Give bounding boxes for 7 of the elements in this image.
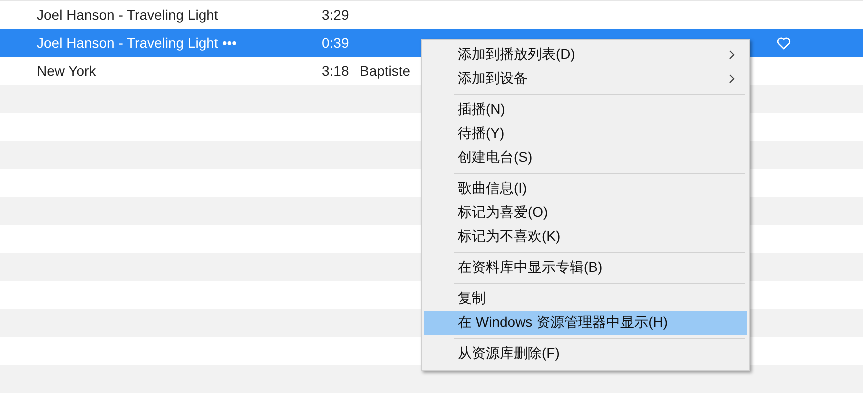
track-duration: 3:18 xyxy=(322,63,350,79)
track-title: New York xyxy=(37,63,96,79)
track-artist: Baptiste xyxy=(360,63,411,79)
track-duration: 3:29 xyxy=(322,7,350,23)
track-duration: 0:39 xyxy=(322,35,350,51)
track-title: Joel Hanson - Traveling Light xyxy=(37,7,218,23)
track-title: Joel Hanson - Traveling Light xyxy=(37,35,218,51)
